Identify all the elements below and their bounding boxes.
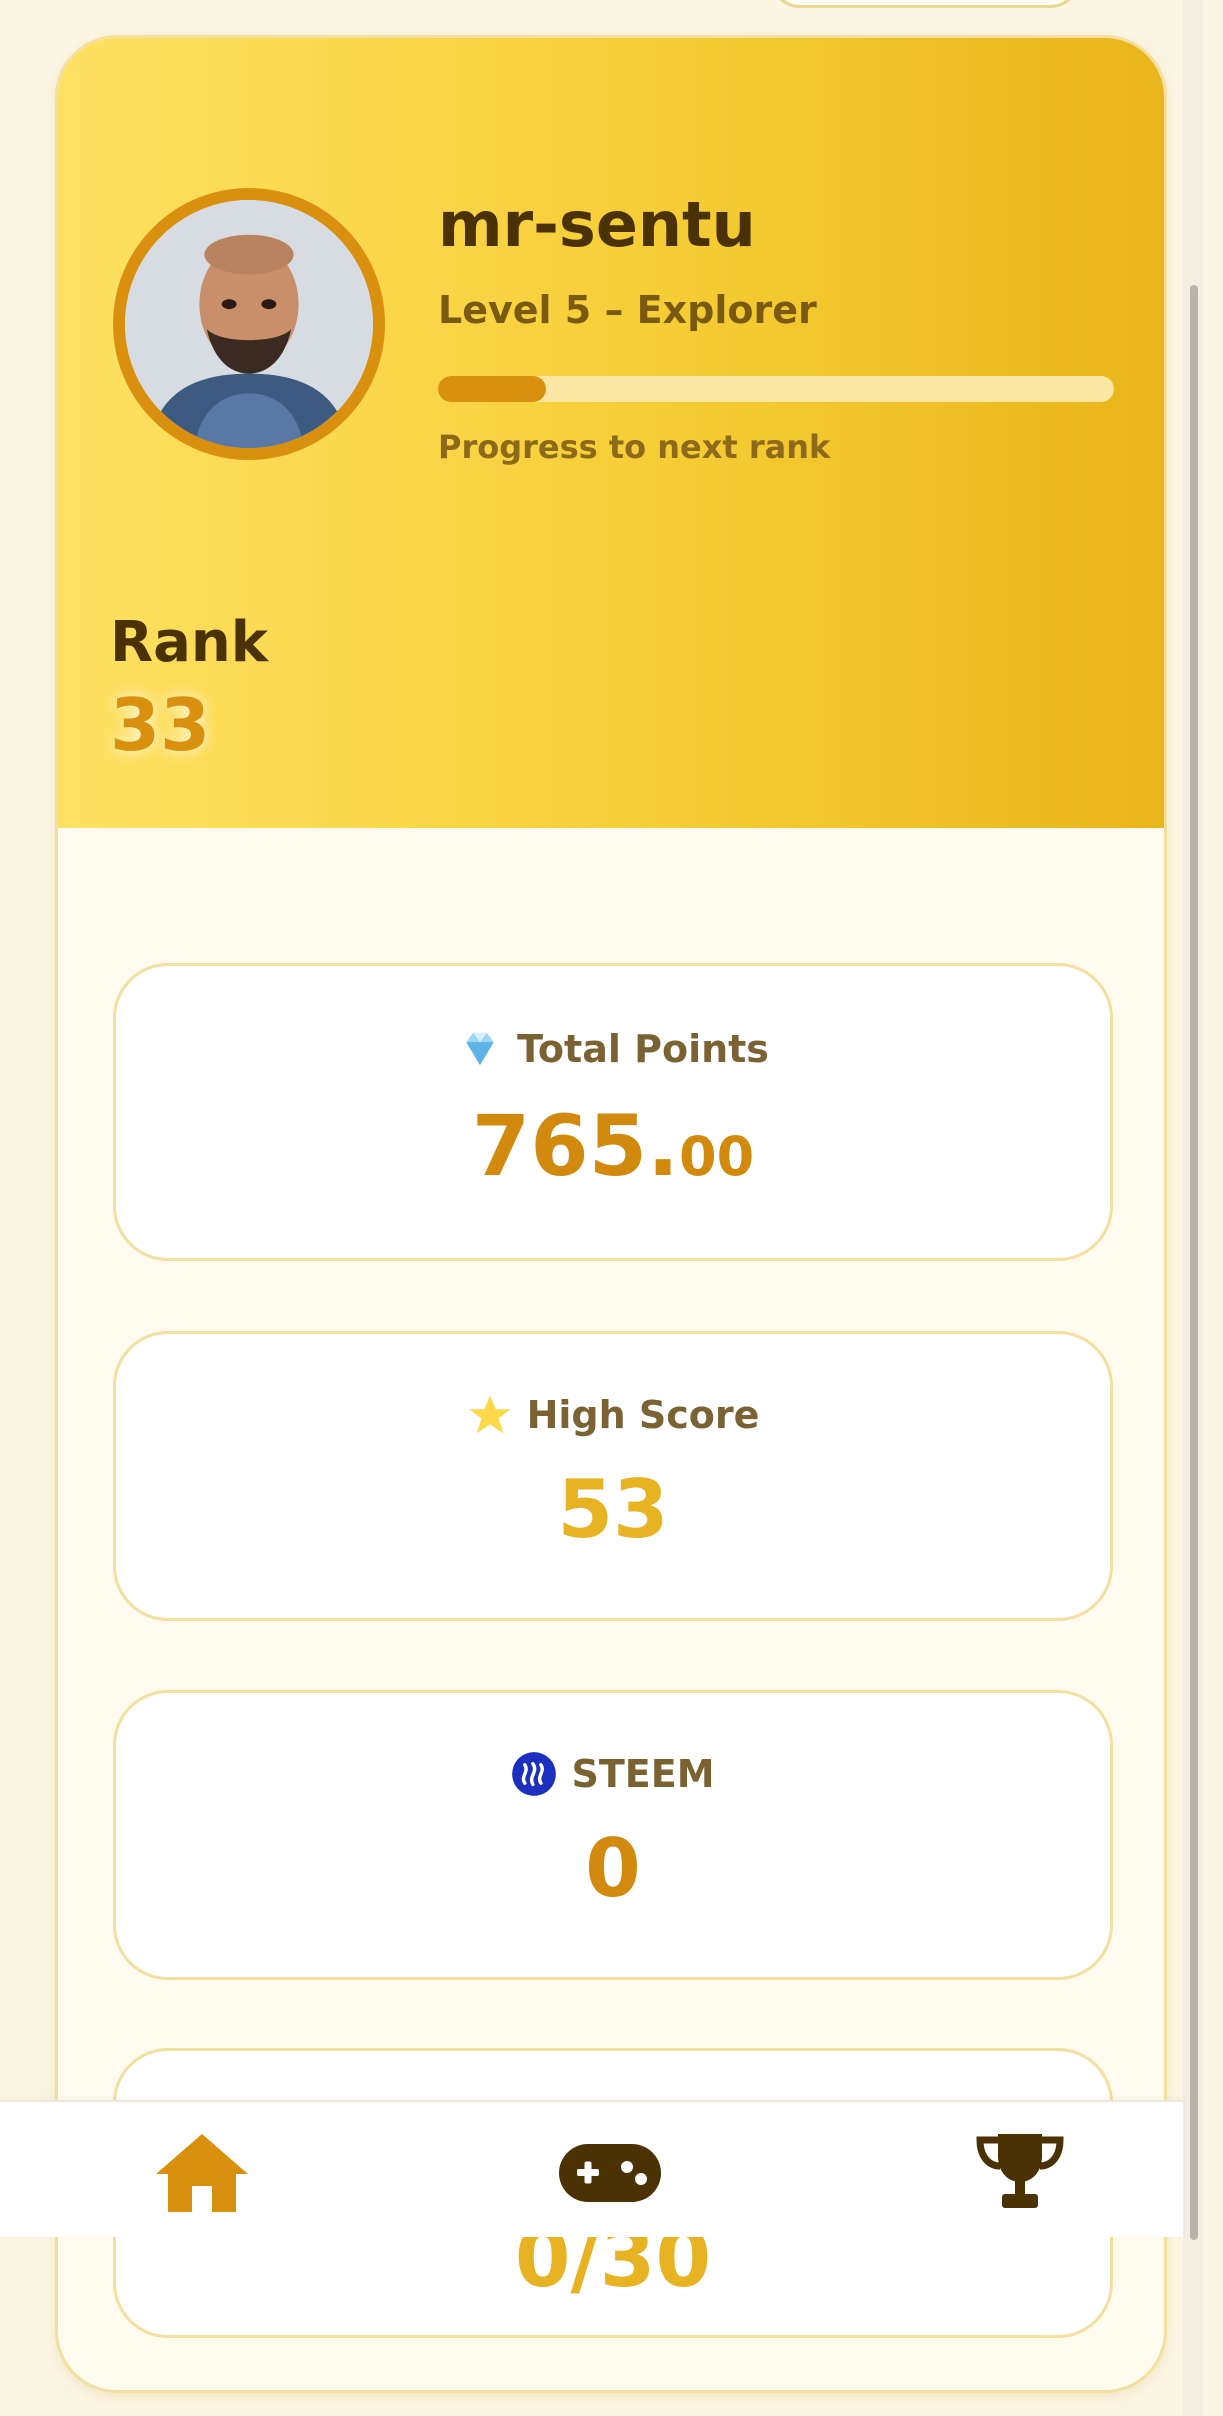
level-label: Level 5 – Explorer [438, 288, 817, 332]
nav-leaderboard-button[interactable] [970, 2130, 1070, 2214]
star-icon [468, 1395, 511, 1434]
avatar [113, 188, 385, 460]
nav-games-button[interactable] [555, 2130, 665, 2214]
progress-label: Progress to next rank [438, 428, 831, 466]
steem-label: STEEM [571, 1752, 715, 1796]
avatar-photo-icon [125, 200, 373, 448]
total-points-card: Total Points 765.00 [113, 963, 1113, 1261]
high-score-label: High Score [526, 1393, 760, 1437]
gamepad-icon [559, 2144, 661, 2202]
high-score-card: High Score 53 [113, 1331, 1113, 1621]
steem-card: STEEM 0 [113, 1690, 1113, 1980]
nav-home-button[interactable] [152, 2130, 252, 2214]
high-score-value: 53 [557, 1463, 669, 1556]
gem-icon [466, 1032, 494, 1066]
rank-progress-bar [438, 376, 1114, 402]
profile-header: mr-sentu Level 5 – Explorer Progress to … [58, 38, 1164, 828]
rank-progress-fill [438, 376, 547, 402]
trophy-icon [976, 2134, 1064, 2208]
home-icon [156, 2134, 248, 2212]
steem-logo-icon [512, 1752, 557, 1796]
top-pill-decoration [770, 0, 1080, 8]
bottom-nav [0, 2100, 1183, 2237]
scrollbar-thumb[interactable] [1190, 285, 1198, 2240]
total-points-label: Total Points [517, 1027, 769, 1071]
profile-card: mr-sentu Level 5 – Explorer Progress to … [55, 35, 1167, 2393]
rank-value: 33 [110, 683, 211, 767]
total-points-value: 765.00 [471, 1097, 755, 1195]
username: mr-sentu [438, 188, 756, 261]
steem-value: 0 [585, 1822, 641, 1915]
rank-label: Rank [110, 610, 269, 675]
